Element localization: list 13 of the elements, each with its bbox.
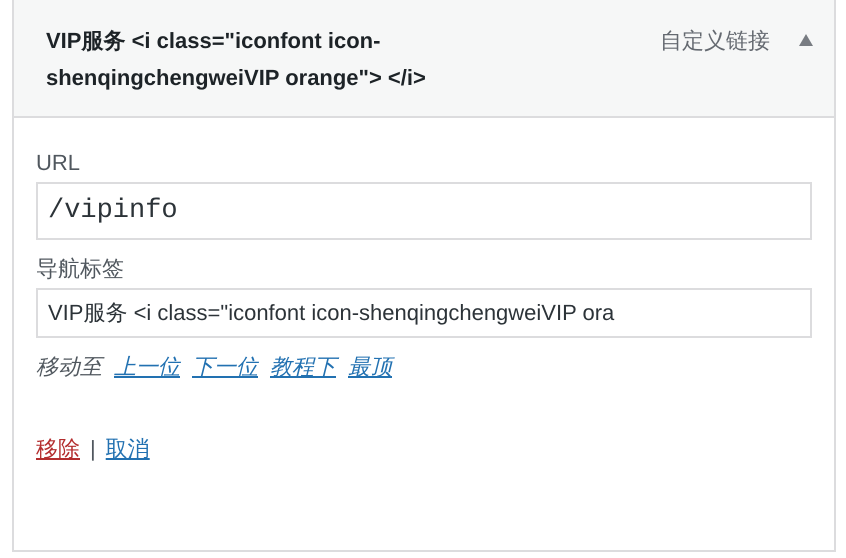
link-separator: | xyxy=(90,436,96,462)
cancel-link[interactable]: 取消 xyxy=(106,434,150,464)
navigation-label-field[interactable]: VIP服务 <i class="iconfont icon-shenqingchengweiVIP ora xyxy=(36,288,812,338)
move-to-label: 移动至 xyxy=(36,352,102,382)
move-link[interactable]: 上一位 xyxy=(114,352,180,382)
collapse-arrow-icon[interactable] xyxy=(798,33,814,47)
field-label: URL xyxy=(36,149,82,177)
move-link[interactable]: 下一位 xyxy=(192,352,258,382)
menu-item-title: VIP服务 <i class="iconfont icon-shenqingchengweiVIP orange"> </i> xyxy=(46,27,427,92)
remove-link[interactable]: 移除 xyxy=(36,434,80,464)
url-field[interactable]: /vipinfo xyxy=(36,182,812,240)
item-type-label: 自定义链接 xyxy=(660,27,770,55)
field-label: 导航标签 xyxy=(36,255,125,283)
